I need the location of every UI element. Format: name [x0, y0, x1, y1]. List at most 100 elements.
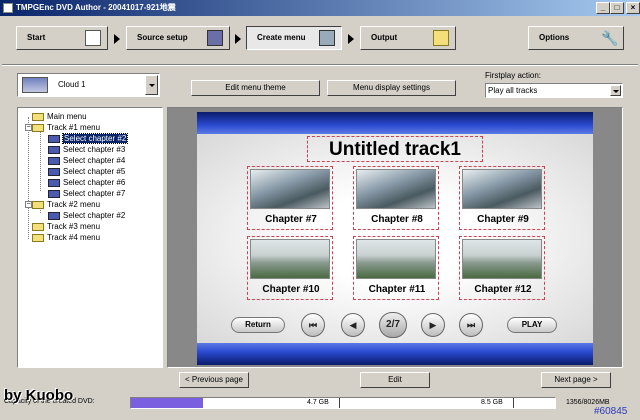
folder-icon: [32, 123, 44, 132]
create-menu-step-button[interactable]: Create menu: [246, 26, 342, 50]
tree-item-track4-menu[interactable]: Track #4 menu: [32, 232, 100, 243]
start-step-label: Start: [27, 33, 46, 42]
tree-item-label: Track #2 menu: [47, 200, 101, 209]
folder-icon: [32, 200, 44, 209]
edit-button[interactable]: Edit: [360, 372, 430, 388]
tree-item-label: Track #3 menu: [47, 222, 101, 231]
chapter-thumbnail: [462, 239, 542, 279]
tree-connector: [40, 132, 41, 191]
film-icon: [207, 30, 223, 46]
play-button[interactable]: PLAY: [507, 317, 557, 333]
tree-item-track1-menu[interactable]: Track #1 menu: [32, 122, 100, 133]
chapter-icon: [48, 145, 60, 154]
chapter-icon: [48, 189, 60, 198]
next-page-icon[interactable]: ▶: [421, 313, 445, 337]
tree-connector: [28, 117, 29, 239]
tree-item-label: Track #4 menu: [47, 233, 101, 242]
chapter-label: Chapter #8: [371, 214, 423, 225]
chapter-button[interactable]: Chapter #9: [459, 166, 545, 230]
tree-item-label: Select chapter #4: [63, 156, 126, 165]
chapter-thumbnail: [250, 239, 330, 279]
firstplay-label: Firstplay action:: [485, 71, 542, 80]
last-page-icon[interactable]: ⏭: [459, 313, 483, 337]
collapse-icon[interactable]: −: [25, 201, 32, 208]
menu-icon: [319, 30, 335, 46]
firstplay-select[interactable]: Play all tracks: [485, 83, 623, 98]
step-arrow-icon: [348, 34, 354, 44]
tree-item-label: Main menu: [47, 112, 87, 121]
watermark-text: by Kuobo: [4, 387, 74, 404]
tree-item-chapter[interactable]: Select chapter #2: [48, 210, 125, 221]
chevron-down-icon[interactable]: [610, 85, 621, 96]
capacity-mark-label: 8.5 GB: [481, 399, 503, 406]
tree-item-label: Select chapter #2: [63, 211, 126, 220]
output-step-label: Output: [371, 33, 398, 42]
firstplay-value: Play all tracks: [488, 86, 538, 95]
edit-menu-theme-button[interactable]: Edit menu theme: [191, 80, 320, 96]
tree-item-label: Select chapter #2: [61, 133, 129, 144]
options-label: Options: [539, 33, 570, 42]
chapter-button[interactable]: Chapter #10: [247, 236, 333, 300]
chapter-icon: [48, 211, 60, 220]
image-id-text: #60845: [594, 406, 628, 417]
chapter-thumbnail: [356, 239, 436, 279]
chapter-button[interactable]: Chapter #8: [353, 166, 439, 230]
chapter-label: Chapter #7: [265, 214, 317, 225]
app-icon: [3, 3, 13, 13]
previous-page-button[interactable]: < Previous page: [179, 372, 249, 388]
tree-item-chapter[interactable]: Select chapter #4: [48, 155, 125, 166]
menu-title[interactable]: Untitled track1: [307, 136, 483, 162]
chapter-button[interactable]: Chapter #12: [459, 236, 545, 300]
menu-preview-canvas[interactable]: Untitled track1 Chapter #7 Chapter #8 Ch…: [197, 112, 593, 365]
bottom-band: [197, 343, 593, 365]
step-arrow-icon: [235, 34, 241, 44]
chapter-button[interactable]: Chapter #11: [353, 236, 439, 300]
chapter-icon: [48, 156, 60, 165]
options-button[interactable]: Options 🔧: [528, 26, 624, 50]
tree-item-chapter[interactable]: Select chapter #5: [48, 166, 125, 177]
chapter-label: Chapter #12: [474, 284, 532, 295]
chevron-down-icon[interactable]: [145, 75, 158, 95]
tree-item-label: Select chapter #3: [63, 145, 126, 154]
first-page-icon[interactable]: ⏮: [301, 313, 325, 337]
collapse-icon[interactable]: −: [25, 124, 32, 131]
next-page-button[interactable]: Next page >: [541, 372, 611, 388]
menu-tree: Main menu − Track #1 menu Select chapter…: [17, 107, 163, 368]
start-step-button[interactable]: Start: [16, 26, 108, 50]
tree-item-chapter[interactable]: Select chapter #7: [48, 188, 125, 199]
source-setup-step-button[interactable]: Source setup: [126, 26, 230, 50]
page-indicator: 2/7: [379, 312, 407, 338]
tree-item-track2-menu[interactable]: Track #2 menu: [32, 199, 100, 210]
tree-item-chapter[interactable]: Select chapter #2: [48, 133, 129, 144]
output-step-button[interactable]: Output: [360, 26, 456, 50]
maximize-button[interactable]: □: [610, 2, 624, 14]
tree-item-chapter[interactable]: Select chapter #6: [48, 177, 125, 188]
window-title: TMPGEnc DVD Author - 20041017-921地震: [16, 3, 176, 12]
chapter-button[interactable]: Chapter #7: [247, 166, 333, 230]
tree-item-track3-menu[interactable]: Track #3 menu: [32, 221, 100, 232]
folder-icon: [32, 112, 44, 121]
tree-item-chapter[interactable]: Select chapter #3: [48, 144, 125, 155]
menu-display-settings-button[interactable]: Menu display settings: [327, 80, 456, 96]
return-button[interactable]: Return: [231, 317, 285, 333]
tree-item-label: Select chapter #7: [63, 189, 126, 198]
previous-page-icon[interactable]: ◀: [341, 313, 365, 337]
chapter-icon: [48, 134, 60, 143]
chapter-thumbnail: [356, 169, 436, 209]
minimize-button[interactable]: _: [596, 2, 610, 14]
tree-item-label: Select chapter #6: [63, 178, 126, 187]
divider: [2, 64, 638, 66]
tree-item-label: Track #1 menu: [47, 123, 101, 132]
wizard-bar: Start Source setup Create menu Output Op…: [0, 17, 640, 61]
capacity-total: 1356/8026MB: [566, 399, 610, 406]
theme-thumbnail: [22, 77, 48, 93]
chapter-thumbnail: [250, 169, 330, 209]
chapter-label: Chapter #10: [262, 284, 320, 295]
close-button[interactable]: ×: [626, 2, 640, 14]
create-menu-step-label: Create menu: [257, 33, 306, 42]
menu-theme-value: Cloud 1: [58, 80, 86, 89]
tree-item-main-menu[interactable]: Main menu: [32, 111, 87, 122]
chapter-icon: [48, 167, 60, 176]
menu-theme-select[interactable]: Cloud 1: [17, 73, 160, 97]
capacity-mark-label: 4.7 GB: [307, 399, 329, 406]
